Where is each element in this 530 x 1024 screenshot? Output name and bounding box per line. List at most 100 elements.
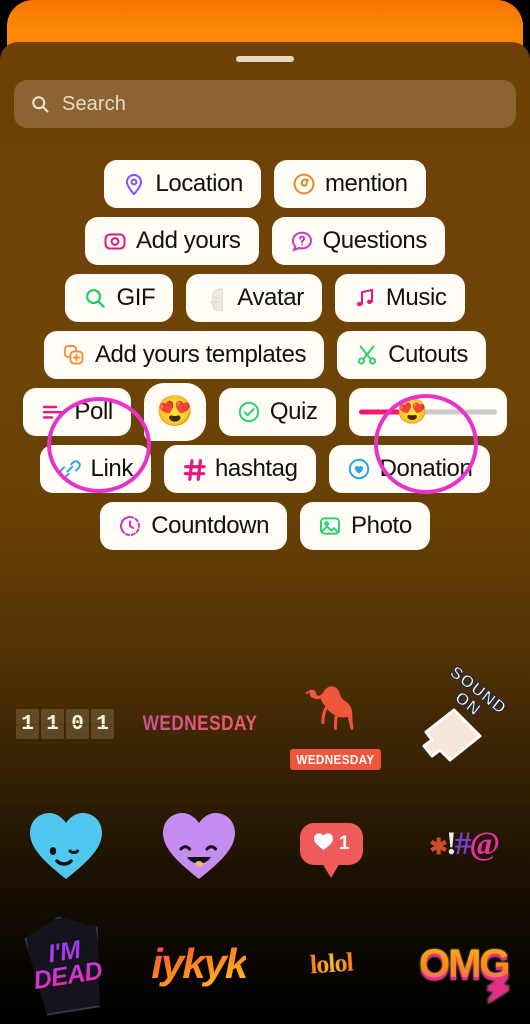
sticker-button-hashtag[interactable]: hashtag (163, 445, 316, 493)
sticker-button-quiz[interactable]: Quiz (218, 388, 336, 436)
question-bubble-icon (290, 229, 314, 253)
scissors-icon (355, 343, 379, 367)
camel-wednesday-sticker[interactable]: WEDNESDAY (270, 664, 400, 784)
lolol-label: lolol (308, 947, 354, 980)
search-input[interactable]: Search (14, 80, 516, 128)
wednesday-text-sticker[interactable]: WEDNESDAY (130, 664, 270, 784)
sticker-sheet: Search Location mention Add yours Questi… (0, 42, 530, 1024)
sticker-button-add-yours-templates[interactable]: Add yours templates (43, 331, 325, 379)
sticker-button-label: Link (90, 455, 134, 482)
camel-icon (295, 678, 375, 745)
im-dead-sticker[interactable]: I'M DEAD (0, 904, 133, 1024)
emoji-reaction-icon: 😍 (156, 395, 194, 428)
like-count: 1 (338, 833, 350, 854)
sticker-button-emoji-reaction[interactable]: 😍 (143, 383, 206, 441)
gif-search-icon (83, 286, 107, 310)
sticker-button-label: Countdown (151, 512, 270, 539)
sticker-button-label: mention (324, 170, 408, 197)
music-note-icon (353, 286, 377, 310)
im-dead-label: I'M DEAD (28, 935, 104, 993)
sticker-button-questions[interactable]: Questions (271, 217, 445, 265)
counter-digits: 1 1 0 1 (16, 709, 114, 739)
blue-winking-heart-sticker[interactable] (0, 784, 133, 904)
camel-wednesday-label: WEDNESDAY (289, 749, 381, 770)
sticker-button-label: Quiz (269, 398, 318, 425)
sticker-row-3: GIF Avatar Music (0, 274, 530, 322)
sticker-button-label: Location (155, 170, 243, 197)
sticker-button-music[interactable]: Music (334, 274, 465, 322)
sticker-button-gif[interactable]: GIF (65, 274, 174, 322)
sticker-button-donation[interactable]: Donation (328, 445, 491, 493)
search-placeholder: Search (62, 92, 126, 115)
sticker-pill-rows: Location mention Add yours Questions GIF… (0, 160, 530, 550)
heart-shape (159, 807, 239, 881)
hashtag-icon (182, 457, 206, 481)
avatar-face-icon (204, 286, 228, 311)
sticker-button-photo[interactable]: Photo (300, 502, 430, 550)
sheet-drag-handle[interactable] (236, 56, 294, 62)
omg-sticker[interactable]: ✦ OMG ⚡ (398, 904, 530, 1024)
iykyk-label: iykyk (151, 940, 248, 987)
star-icon: ✦ (412, 931, 428, 954)
threads-at-icon (292, 172, 316, 196)
sticker-grid-row-2: 1 ✱!#@ (0, 784, 530, 904)
sticker-button-poll[interactable]: Poll (23, 388, 131, 436)
sticker-button-link[interactable]: Link (39, 445, 151, 493)
search-icon (30, 94, 50, 114)
sticker-button-avatar[interactable]: Avatar (186, 274, 322, 322)
sticker-button-label: Music (385, 284, 447, 311)
symbols-cluster-sticker[interactable]: ✱!#@ (398, 784, 530, 904)
sticker-row-2: Add yours Questions (0, 217, 530, 265)
sticker-button-label: Poll (74, 398, 113, 425)
sticker-button-countdown[interactable]: Countdown (100, 502, 288, 550)
symbols-label: ✱!#@ (429, 825, 500, 862)
sticker-button-mention[interactable]: mention (273, 160, 426, 208)
sticker-button-location[interactable]: Location (104, 160, 261, 208)
sticker-row-4: Add yours templates Cutouts (0, 331, 530, 379)
counter-digit: 0 (66, 709, 89, 739)
sticker-button-label: Questions (322, 227, 428, 254)
check-circle-icon (237, 400, 261, 424)
sticker-button-label: Add yours (136, 227, 241, 254)
photo-image-icon (318, 514, 342, 538)
counter-digit: 1 (16, 709, 39, 739)
heart-icon (313, 832, 334, 856)
link-chain-icon (58, 457, 82, 481)
sticker-button-label: GIF (116, 284, 156, 311)
sticker-row-1: Location mention (0, 160, 530, 208)
sticker-button-cutouts[interactable]: Cutouts (337, 331, 487, 379)
heart-shape (26, 807, 106, 881)
sticker-grid-row-1: 1 1 0 1 WEDNESDAY WEDNESDAY SOUND ON (0, 662, 530, 784)
like-notification-sticker[interactable]: 1 (265, 784, 398, 904)
sticker-button-label: Add yours templates (94, 341, 307, 368)
sticker-suggestions-grid: 1 1 0 1 WEDNESDAY WEDNESDAY SOUND ON 1 ✱… (0, 662, 530, 1024)
poll-bars-icon (41, 400, 65, 424)
sticker-row-7: Countdown Photo (0, 502, 530, 550)
sticker-button-label: Donation (379, 455, 473, 482)
counter-digit: 1 (91, 709, 114, 739)
donation-heart-icon (347, 457, 371, 481)
sticker-row-6: Link hashtag Donation (0, 445, 530, 493)
sticker-row-5: Poll 😍 Quiz 😍 (0, 383, 530, 441)
sticker-grid-row-3: I'M DEAD iykyk lolol ✦ OMG ⚡ (0, 904, 530, 1024)
wednesday-label: WEDNESDAY (142, 712, 258, 735)
location-pin-icon (122, 172, 146, 196)
camera-icon (103, 229, 127, 253)
sound-on-sticker[interactable]: SOUND ON (400, 662, 530, 784)
lolol-sticker[interactable]: lolol (265, 904, 398, 1024)
sticker-button-label: Photo (351, 512, 412, 539)
emoji-slider-knob[interactable]: 😍 (397, 399, 428, 425)
sticker-button-add-yours[interactable]: Add yours (85, 217, 259, 265)
templates-icon (62, 343, 86, 367)
sticker-tray-screen: Search Location mention Add yours Questi… (0, 0, 530, 1024)
sticker-button-emoji-slider[interactable]: 😍 (348, 388, 507, 436)
omg-label: ✦ OMG ⚡ (412, 931, 515, 1004)
lightning-icon: ⚡ (480, 969, 515, 1004)
sticker-button-label: Avatar (237, 284, 304, 311)
counter-digit: 1 (41, 709, 64, 739)
iykyk-sticker[interactable]: iykyk (133, 904, 266, 1024)
flip-counter-sticker[interactable]: 1 1 0 1 (0, 664, 130, 784)
countdown-clock-icon (118, 514, 142, 538)
sticker-button-label: hashtag (214, 455, 298, 482)
purple-smiling-heart-sticker[interactable] (133, 784, 266, 904)
